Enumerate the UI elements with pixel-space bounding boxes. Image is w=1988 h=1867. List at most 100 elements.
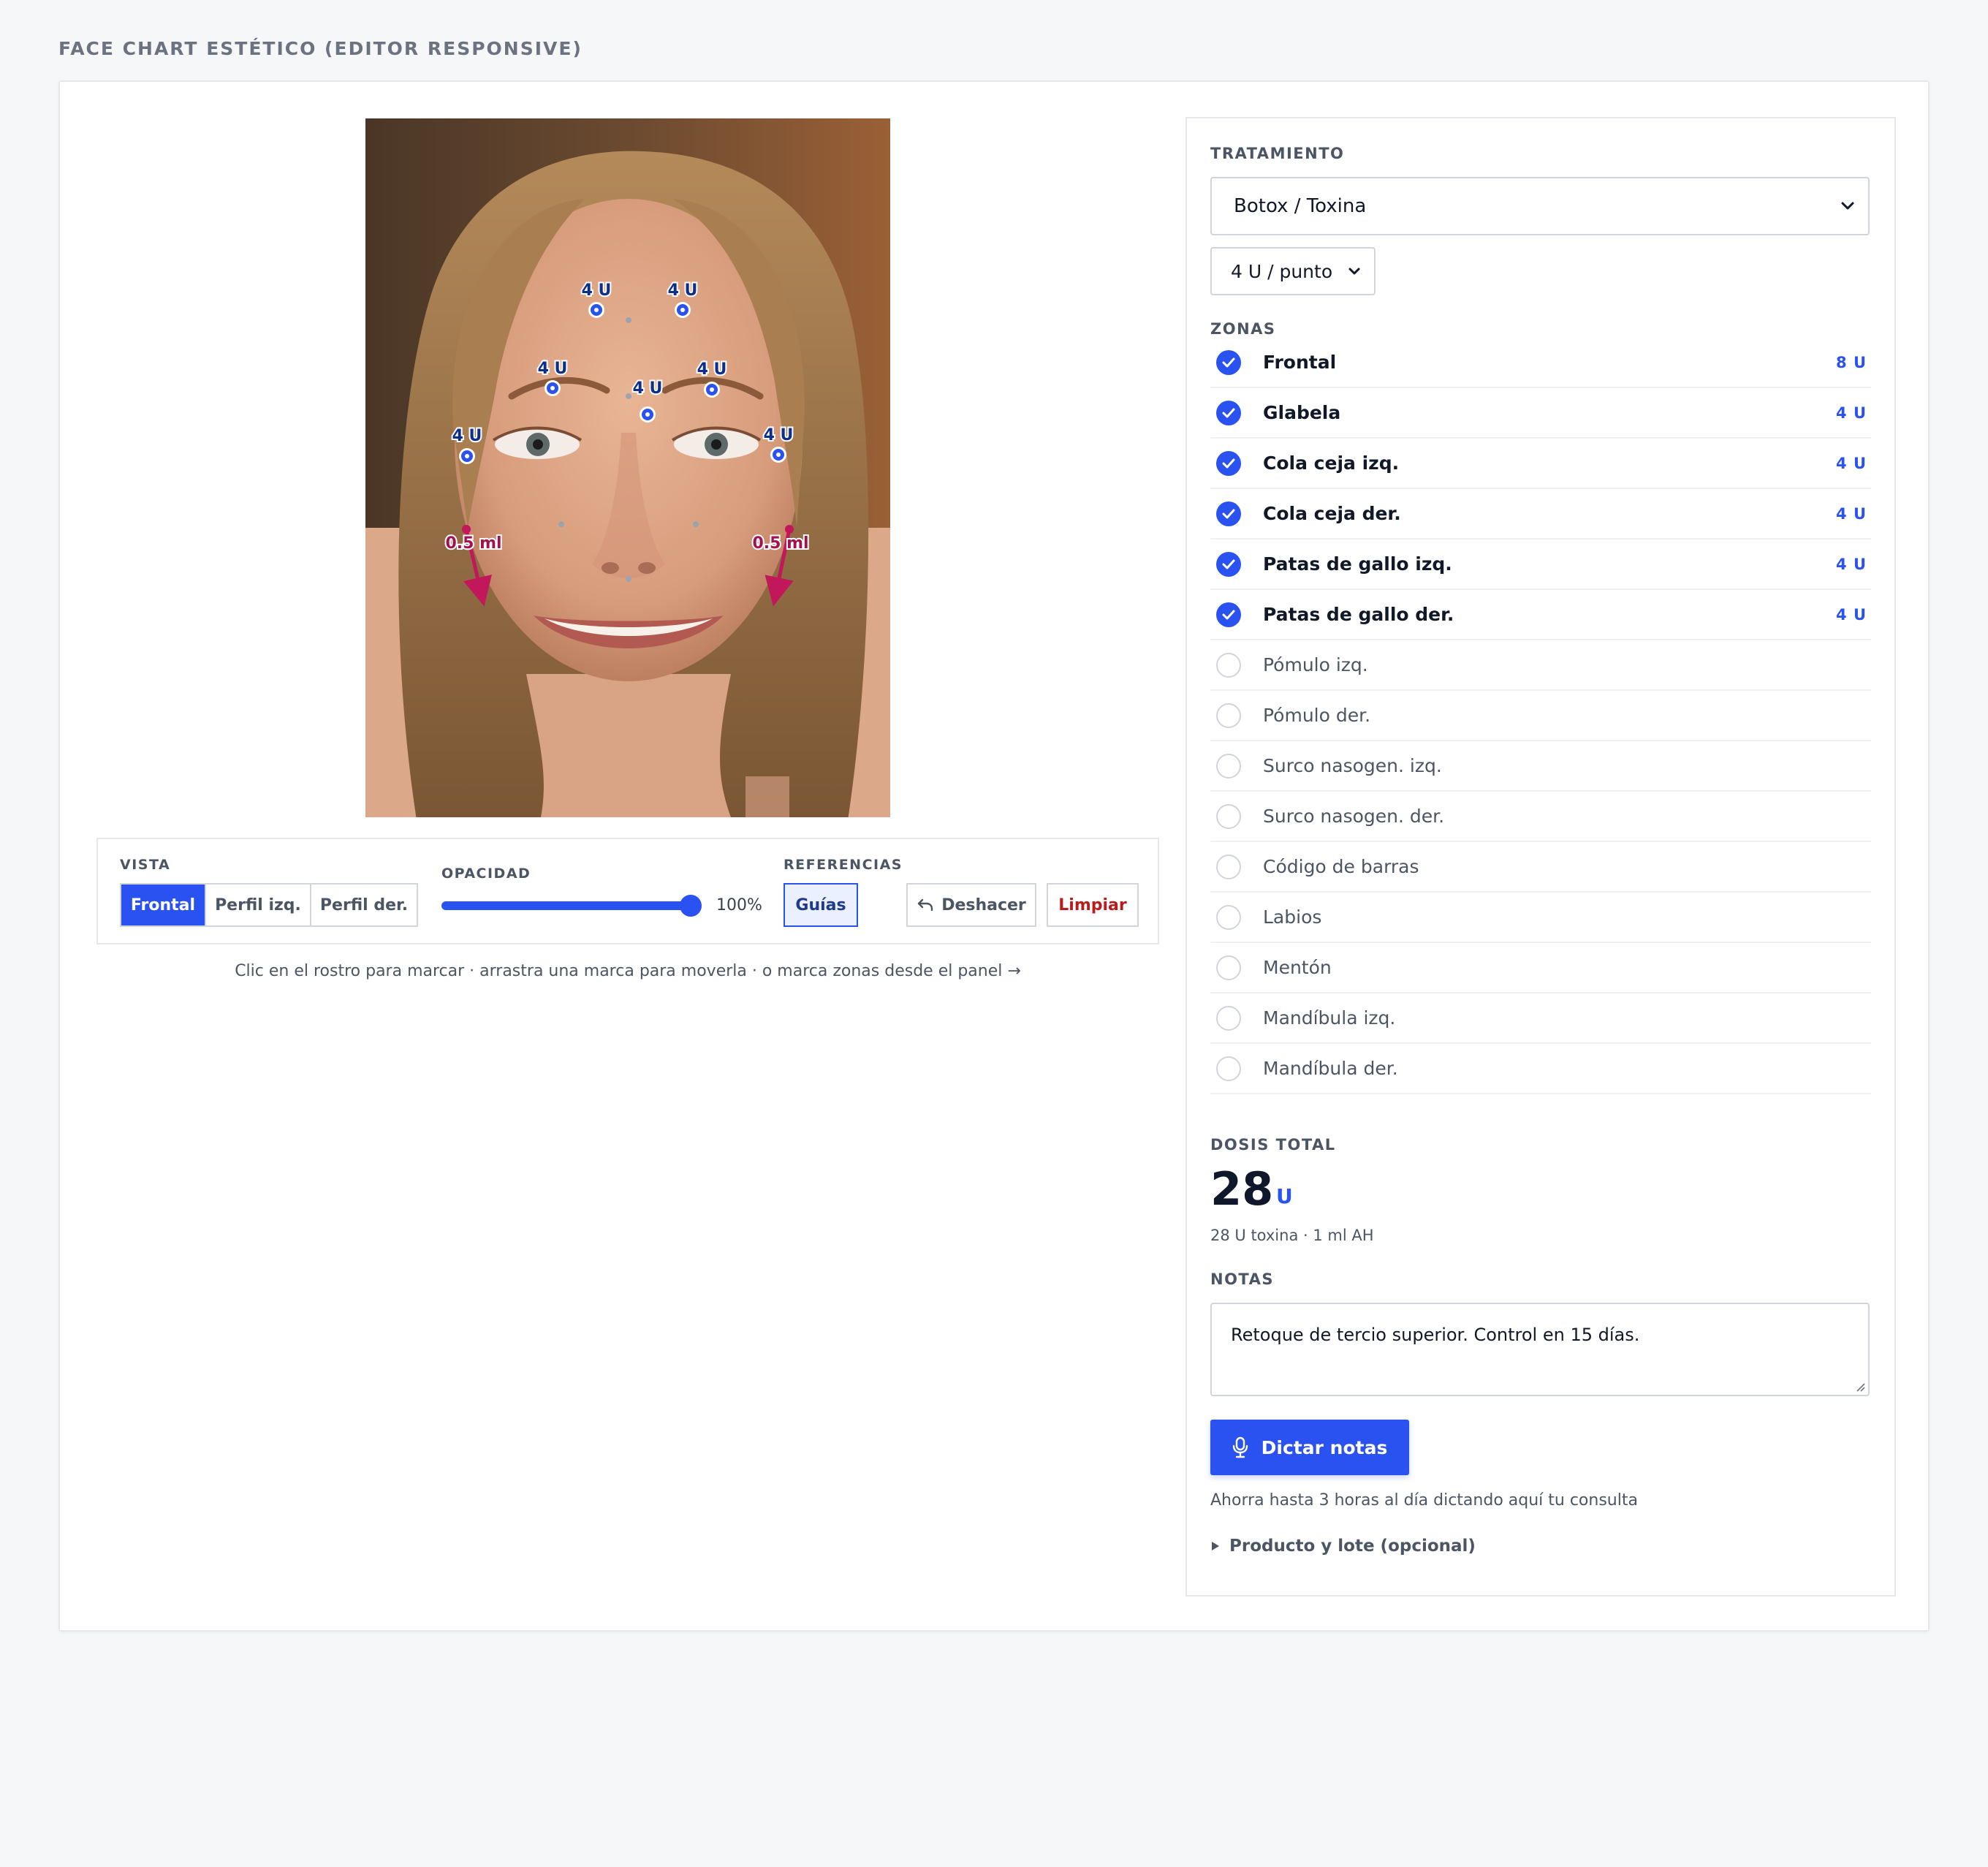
- clear-button[interactable]: Limpiar: [1047, 883, 1139, 927]
- opacity-label: OPACIDAD: [441, 866, 531, 882]
- face-canvas[interactable]: 4 U 4 U 4 U 4 U 4 U 4 U 4 U 0.5 ml 0.5 m…: [365, 118, 890, 817]
- zone-name: Frontal: [1263, 352, 1337, 373]
- zone-name: Mandíbula izq.: [1263, 1007, 1396, 1029]
- opacity-slider[interactable]: [441, 895, 702, 917]
- zone-checkbox[interactable]: [1216, 803, 1241, 829]
- chevron-down-icon: [1348, 268, 1360, 275]
- treatment-select-value: Botox / Toxina: [1234, 195, 1367, 217]
- zone-row[interactable]: Cola ceja der. 4 U: [1210, 489, 1871, 539]
- zone-row[interactable]: Código de barras: [1210, 842, 1871, 893]
- zone-checkbox[interactable]: [1216, 854, 1241, 879]
- zone-name: Pómulo der.: [1263, 705, 1371, 726]
- check-icon: [1222, 357, 1235, 367]
- zone-name: Mentón: [1263, 957, 1332, 978]
- dictate-notes-button[interactable]: Dictar notas: [1210, 1420, 1409, 1475]
- dose-per-point-select[interactable]: 4 U / punto: [1210, 247, 1376, 295]
- zone-checkbox[interactable]: [1216, 753, 1241, 779]
- zone-row[interactable]: Glabela 4 U: [1210, 388, 1871, 439]
- zone-row[interactable]: Patas de gallo izq. 4 U: [1210, 539, 1871, 590]
- zone-name: Código de barras: [1263, 856, 1419, 877]
- opacity-value: 100%: [716, 896, 762, 914]
- zone-name: Cola ceja der.: [1263, 503, 1401, 524]
- zone-name: Surco nasogen. izq.: [1263, 755, 1442, 776]
- view-profile-right-button[interactable]: Perfil der.: [311, 885, 417, 925]
- canvas-hint: Clic en el rostro para marcar · arrastra…: [235, 962, 1021, 980]
- treatment-panel: TRATAMIENTO Botox / Toxina 4 U / punto Z…: [1185, 117, 1896, 1597]
- view-selector: Frontal Perfil izq. Perfil der.: [120, 883, 418, 927]
- zone-checkbox-checked[interactable]: [1216, 602, 1241, 627]
- resize-grip-icon[interactable]: [1855, 1382, 1865, 1392]
- zone-checkbox-checked[interactable]: [1216, 501, 1241, 526]
- zone-dose: 4 U: [1836, 454, 1867, 472]
- product-lot-toggle[interactable]: Producto y lote (opcional): [1210, 1537, 1476, 1556]
- canvas-toolbar: VISTA Frontal Perfil izq. Perfil der. OP…: [96, 838, 1159, 944]
- zone-row[interactable]: Mandíbula der.: [1210, 1044, 1871, 1094]
- zone-row[interactable]: Cola ceja izq. 4 U: [1210, 439, 1871, 489]
- zone-row[interactable]: Mentón: [1210, 943, 1871, 993]
- zone-checkbox[interactable]: [1216, 1056, 1241, 1081]
- references-label: REFERENCIAS: [784, 857, 903, 873]
- total-dose-breakdown: 28 U toxina · 1 ml AH: [1210, 1227, 1374, 1244]
- total-dose-label: DOSIS TOTAL: [1210, 1136, 1336, 1154]
- zone-checkbox[interactable]: [1216, 904, 1241, 930]
- zones-label: ZONAS: [1210, 320, 1276, 338]
- triangle-right-icon: [1212, 1542, 1219, 1550]
- view-profile-left-button[interactable]: Perfil izq.: [206, 885, 311, 925]
- opacity-slider-thumb[interactable]: [680, 895, 702, 917]
- zone-checkbox-checked[interactable]: [1216, 551, 1241, 577]
- zone-name: Mandíbula der.: [1263, 1058, 1398, 1079]
- product-lot-label: Producto y lote (opcional): [1229, 1537, 1476, 1556]
- check-icon: [1222, 559, 1235, 569]
- zone-name: Surco nasogen. der.: [1263, 806, 1445, 827]
- zone-checkbox[interactable]: [1216, 1005, 1241, 1031]
- editor-card: 4 U 4 U 4 U 4 U 4 U 4 U 4 U 0.5 ml 0.5 m…: [58, 80, 1930, 1632]
- treatment-label: TRATAMIENTO: [1210, 145, 1345, 162]
- zone-row[interactable]: Labios: [1210, 893, 1871, 943]
- view-frontal-button[interactable]: Frontal: [121, 885, 206, 925]
- chevron-down-icon: [1841, 202, 1854, 210]
- zone-row[interactable]: Surco nasogen. izq.: [1210, 741, 1871, 792]
- zone-checkbox[interactable]: [1216, 955, 1241, 980]
- total-dose-value: 28: [1210, 1162, 1274, 1216]
- zone-name: Labios: [1263, 906, 1322, 928]
- zone-checkbox[interactable]: [1216, 703, 1241, 728]
- view-label: VISTA: [120, 857, 171, 873]
- zone-name: Patas de gallo izq.: [1263, 553, 1452, 575]
- undo-button[interactable]: Deshacer: [906, 883, 1036, 927]
- zone-row[interactable]: Pómulo izq.: [1210, 640, 1871, 691]
- page-title: FACE CHART ESTÉTICO (EDITOR RESPONSIVE): [58, 38, 583, 59]
- zone-checkbox[interactable]: [1216, 652, 1241, 678]
- face-image[interactable]: 4 U 4 U 4 U 4 U 4 U 4 U 4 U 0.5 ml 0.5 m…: [365, 118, 890, 817]
- zone-name: Patas de gallo der.: [1263, 604, 1454, 625]
- zone-checkbox-checked[interactable]: [1216, 349, 1241, 375]
- toxin-mark-label: 4 U: [633, 379, 663, 398]
- zone-dose: 4 U: [1836, 404, 1867, 422]
- notes-textarea[interactable]: Retoque de tercio superior. Control en 1…: [1210, 1303, 1870, 1396]
- zone-dose: 8 U: [1836, 353, 1867, 371]
- check-icon: [1222, 408, 1235, 417]
- dictate-notes-label: Dictar notas: [1261, 1436, 1388, 1458]
- filler-mark-label: 0.5 ml: [445, 534, 501, 553]
- guides-toggle-button[interactable]: Guías: [784, 883, 858, 927]
- zone-dose: 4 U: [1836, 605, 1867, 624]
- zone-checkbox-checked[interactable]: [1216, 450, 1241, 476]
- zone-name: Pómulo izq.: [1263, 654, 1368, 675]
- notes-text: Retoque de tercio superior. Control en 1…: [1231, 1325, 1640, 1345]
- zone-dose: 4 U: [1836, 504, 1867, 523]
- undo-icon: [917, 898, 933, 912]
- treatment-select[interactable]: Botox / Toxina: [1210, 177, 1870, 235]
- opacity-slider-track[interactable]: [441, 901, 699, 910]
- check-icon: [1222, 458, 1235, 468]
- zone-row[interactable]: Frontal 8 U: [1210, 338, 1871, 388]
- zone-row[interactable]: Mandíbula izq.: [1210, 993, 1871, 1044]
- zone-row[interactable]: Pómulo der.: [1210, 691, 1871, 741]
- zone-name: Cola ceja izq.: [1263, 452, 1400, 474]
- toxin-mark-label: 4 U: [697, 360, 727, 379]
- filler-mark-label: 0.5 ml: [752, 534, 808, 553]
- microphone-icon: [1232, 1436, 1248, 1458]
- zone-checkbox-checked[interactable]: [1216, 400, 1241, 425]
- toxin-mark-label: 4 U: [538, 360, 568, 378]
- zone-row[interactable]: Surco nasogen. der.: [1210, 792, 1871, 842]
- zone-name: Glabela: [1263, 402, 1341, 423]
- zone-row[interactable]: Patas de gallo der. 4 U: [1210, 590, 1871, 640]
